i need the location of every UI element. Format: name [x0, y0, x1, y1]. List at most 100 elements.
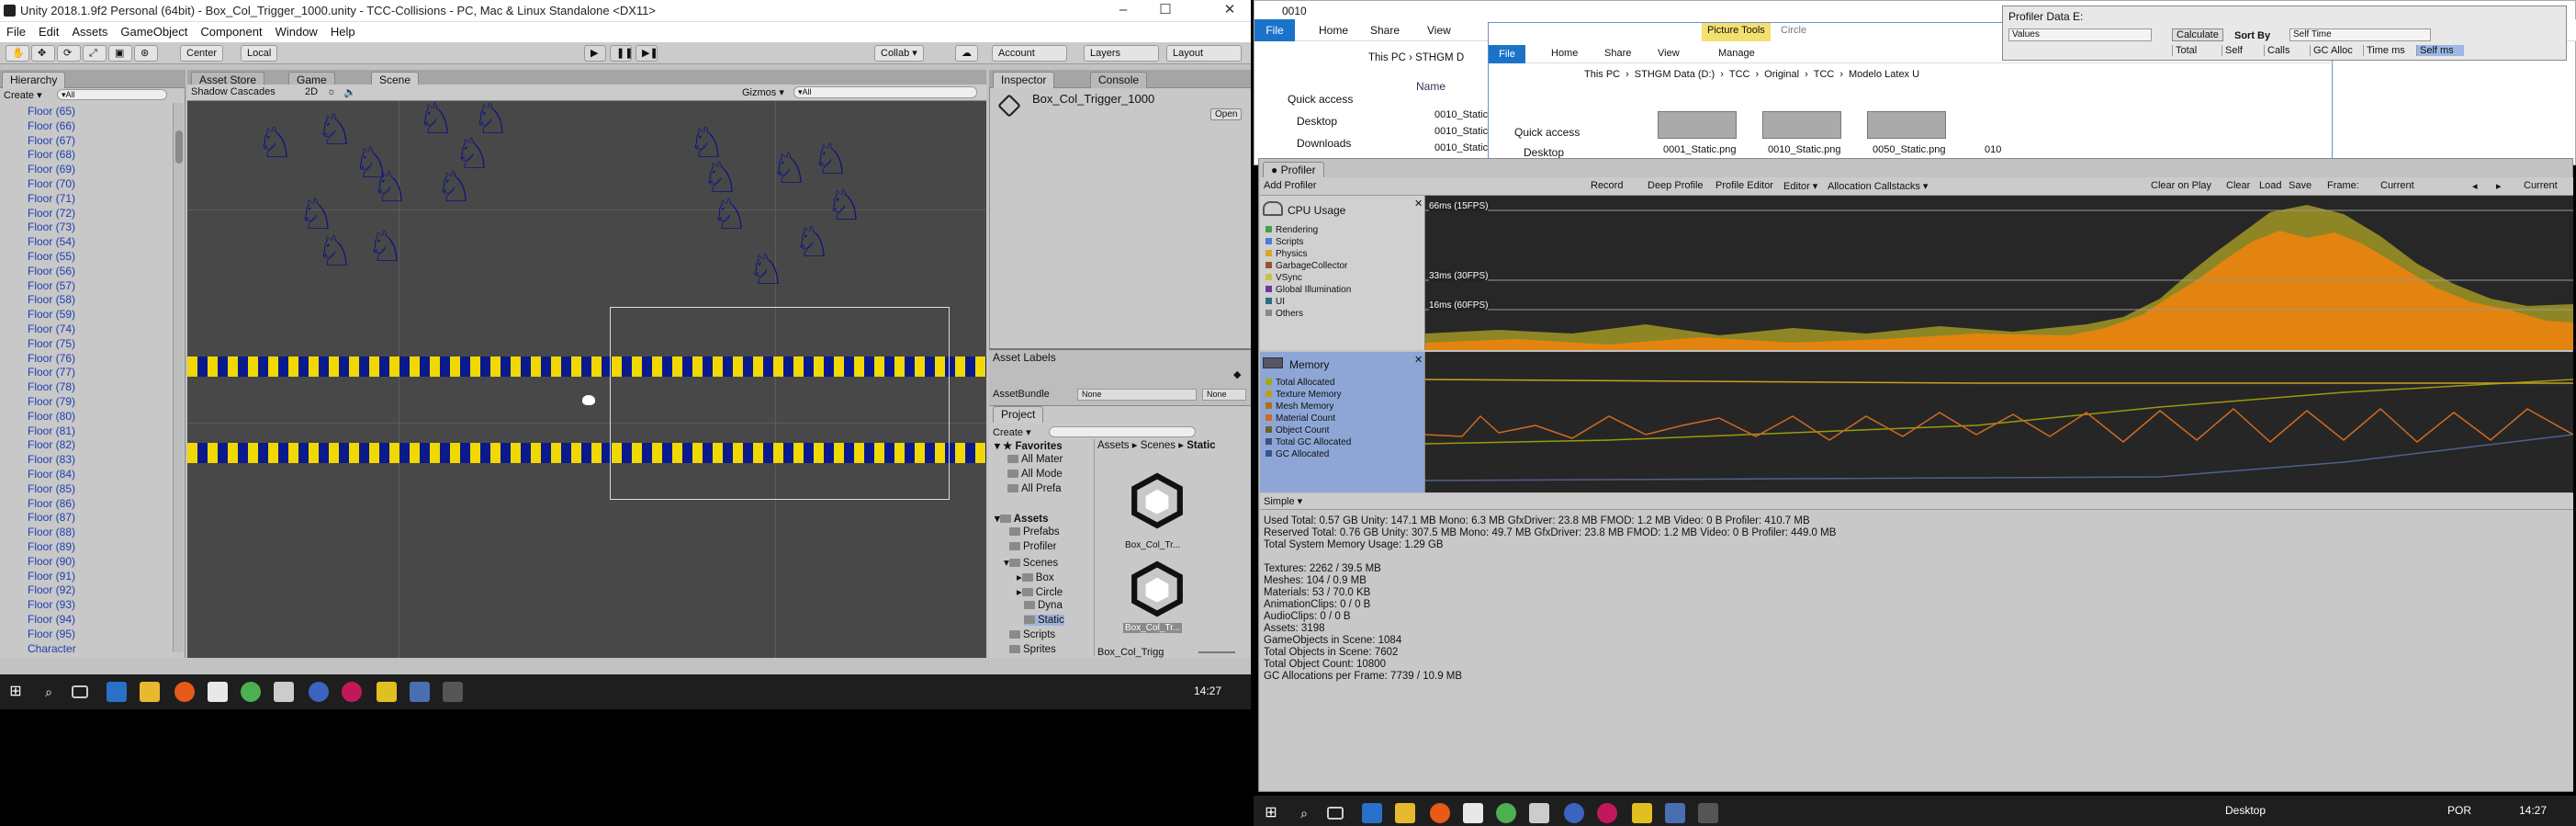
menu-assets[interactable]: Assets — [65, 22, 114, 41]
hierarchy-item[interactable]: Floor (58) — [28, 293, 75, 306]
simple-mode-dropdown[interactable]: Simple ▾ — [1264, 495, 1302, 507]
cpu-graph[interactable]: 66ms (15FPS) 33ms (30FPS) 16ms (60FPS) — [1425, 196, 2573, 350]
menu-component[interactable]: Component — [194, 22, 268, 41]
explorer2-address[interactable]: This PC › STHGM Data (D:) › TCC › Original › TCC… — [1584, 69, 1919, 80]
ribbon-file[interactable]: File — [1254, 19, 1295, 41]
legend-item[interactable]: Material Count — [1266, 413, 1335, 424]
pause-icon[interactable]: ❚❚ — [610, 45, 633, 62]
thumbnail[interactable] — [1867, 111, 1946, 139]
hierarchy-item[interactable]: Floor (76) — [28, 352, 75, 365]
allocation-callstacks-dropdown[interactable]: Allocation Callstacks ▾ — [1828, 180, 1928, 192]
step-icon[interactable]: ▶❚ — [636, 45, 658, 62]
project-search-input[interactable] — [1049, 426, 1196, 437]
hierarchy-item[interactable]: Floor (94) — [28, 613, 75, 626]
menu-edit[interactable]: Edit — [32, 22, 65, 41]
hierarchy-item[interactable]: Floor (69) — [28, 163, 75, 175]
hierarchy-item[interactable]: Floor (82) — [28, 438, 75, 451]
folder-item-selected[interactable]: Static — [1024, 615, 1064, 626]
breadcrumb-item[interactable]: Scenes — [1141, 440, 1176, 451]
search-icon[interactable]: ⌕ — [39, 682, 59, 702]
hierarchy-item[interactable]: Floor (59) — [28, 308, 75, 321]
ribbon-share[interactable]: Share — [1370, 24, 1400, 37]
folder-item[interactable]: Sprites — [1009, 644, 1056, 655]
scrollbar-thumb[interactable] — [175, 130, 183, 164]
move-tool-icon[interactable]: ✥ — [31, 45, 55, 62]
close-icon[interactable]: ✕ — [1209, 0, 1251, 22]
vscode-icon[interactable] — [1564, 803, 1584, 823]
assets-folder[interactable]: ▾ Assets — [995, 512, 1049, 525]
record-button[interactable]: Record — [1591, 180, 1623, 191]
address-bar[interactable]: This PC › STHGM D — [1368, 52, 1464, 63]
hierarchy-item[interactable]: Floor (55) — [28, 250, 75, 263]
hierarchy-item[interactable]: Floor (88) — [28, 526, 75, 538]
hierarchy-search-input[interactable]: ▾All — [57, 89, 167, 100]
enemy-sprite[interactable]: ♘ — [366, 225, 404, 267]
search-icon[interactable]: ⌕ — [1294, 803, 1314, 823]
folder-item[interactable]: ▾ Scenes — [1004, 556, 1058, 569]
language-indicator[interactable]: POR — [2447, 804, 2471, 817]
favorite-item[interactable]: All Mode — [1007, 469, 1063, 480]
nav-quick-access[interactable]: Quick access — [1288, 93, 1353, 106]
hierarchy-item[interactable]: Floor (71) — [28, 192, 75, 205]
icon-size-slider[interactable] — [1198, 651, 1235, 653]
chrome-icon[interactable] — [241, 682, 261, 702]
file-explorer-icon[interactable] — [1395, 803, 1415, 823]
scale-tool-icon[interactable]: ⤢ — [83, 45, 107, 62]
save-button[interactable]: Save — [2289, 180, 2312, 191]
layout-dropdown[interactable]: Layout — [1166, 45, 1242, 62]
store-icon[interactable] — [208, 682, 228, 702]
current-frame-button[interactable]: Current — [2524, 180, 2558, 191]
file-row[interactable]: 0010_Static — [1434, 142, 1488, 153]
legend-item[interactable]: Total GC Allocated — [1266, 437, 1351, 447]
variant-dropdown[interactable]: None — [1202, 389, 1246, 401]
menu-file[interactable]: File — [0, 22, 32, 41]
favorites-folder[interactable]: ▾ ★ Favorites — [995, 439, 1063, 452]
mail-icon[interactable] — [1529, 803, 1549, 823]
next-frame-icon[interactable]: ▸ — [2496, 180, 2502, 192]
hierarchy-item[interactable]: Floor (75) — [28, 337, 75, 350]
maximize-icon[interactable]: ☐ — [1144, 0, 1187, 22]
ribbon-home[interactable]: Home — [1319, 24, 1348, 37]
ribbon-view[interactable]: View — [1427, 24, 1451, 37]
legend-item[interactable]: Mesh Memory — [1266, 402, 1333, 412]
breadcrumb-item[interactable]: Static — [1187, 440, 1215, 451]
hierarchy-item[interactable]: Floor (92) — [28, 583, 75, 596]
nav-desktop[interactable]: Desktop — [1297, 115, 1337, 128]
cpu-usage-panel[interactable]: CPU Usage ✕ Rendering Scripts Physics Garba… — [1260, 196, 1425, 350]
nav-downloads[interactable]: Downloads — [1297, 137, 1351, 150]
hierarchy-item[interactable]: Floor (80) — [28, 410, 75, 423]
memory-graph[interactable] — [1425, 352, 2573, 492]
add-profiler-dropdown[interactable]: Add Profiler — [1264, 180, 1316, 191]
hierarchy-item[interactable]: Floor (54) — [28, 235, 75, 248]
name-column-header[interactable]: Name — [1416, 80, 1445, 93]
minimize-icon[interactable]: – — [1102, 0, 1144, 22]
profile-editor-button[interactable]: Profile Editor — [1715, 180, 1773, 191]
scene-view[interactable]: ♘ ♘ ♘ ♘ ♘ ♘ ♘ ♘ ♘ ♘ ♘ ♘ ♘ ♘ ♘ ♘ ♘ ♘ ♘ — [187, 101, 986, 658]
hand-tool-icon[interactable]: ✋ — [6, 45, 29, 62]
menu-window[interactable]: Window — [269, 22, 324, 41]
clear-on-play-button[interactable]: Clear on Play — [2151, 180, 2211, 191]
edge-icon[interactable] — [1362, 803, 1382, 823]
enemy-sprite[interactable]: ♘ — [793, 221, 831, 263]
hierarchy-item[interactable]: Floor (73) — [28, 221, 75, 233]
gizmos-dropdown[interactable]: Gizmos ▾ — [742, 86, 784, 98]
legend-item[interactable]: GarbageCollector — [1266, 261, 1347, 271]
hierarchy-item[interactable]: Floor (83) — [28, 453, 75, 466]
path-segment[interactable]: Modelo Latex U — [1849, 69, 1919, 80]
lighting-icon[interactable]: ☼ — [327, 86, 336, 97]
taskbar-clock[interactable]: 14:27 — [2519, 804, 2547, 817]
hierarchy-item[interactable]: Floor (65) — [28, 105, 75, 118]
sticky-notes-icon[interactable] — [377, 682, 397, 702]
path-segment[interactable]: Original — [1764, 69, 1799, 80]
rotate-tool-icon[interactable]: ⟳ — [57, 45, 81, 62]
hierarchy-item[interactable]: Floor (89) — [28, 540, 75, 553]
folder-item[interactable]: Dyna — [1024, 600, 1063, 611]
hierarchy-item[interactable]: Floor (77) — [28, 366, 75, 379]
tab-console[interactable]: Console — [1090, 72, 1148, 88]
project-create-button[interactable]: Create ▾ — [993, 426, 1031, 438]
mail-icon[interactable] — [274, 682, 294, 702]
folder-item[interactable]: Profiler — [1009, 541, 1056, 552]
shading-dropdown[interactable]: Shadow Cascades — [191, 86, 276, 97]
firefox-icon[interactable] — [174, 682, 195, 702]
file-row[interactable]: 0010_Static — [1434, 109, 1488, 120]
